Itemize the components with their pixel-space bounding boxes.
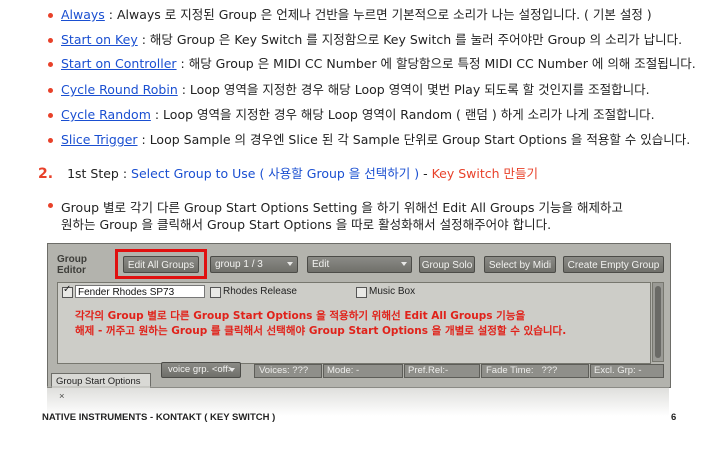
bullet-icon — [48, 62, 53, 67]
edit-select-value: Edit — [312, 259, 330, 270]
title-line-2: Editor — [57, 265, 86, 276]
slice-trigger-link[interactable]: Slice Trigger — [61, 132, 138, 147]
fade-time-readout: Fade Time: ??? — [486, 364, 557, 378]
create-empty-group-button[interactable]: Create Empty Group — [563, 256, 664, 273]
paragraph-line-2: 원하는 Group 을 클릭해서 Group Start Options 을 따… — [61, 217, 552, 232]
cycle-random-desc: : Loop 영역을 지정한 경우 해당 Loop 영역이 Random ( 랜… — [150, 107, 655, 122]
highlight-box — [115, 249, 207, 279]
group-name-label[interactable]: Music Box — [369, 286, 415, 297]
voices-label: Voices: — [259, 365, 290, 376]
bullet-icon — [48, 138, 53, 143]
always-link[interactable]: Always — [61, 7, 105, 22]
step-number: 2. — [38, 166, 54, 182]
excl-grp-label: Excl. Grp: - — [594, 365, 642, 376]
group-editor-panel: Group Editor Edit All Groups group 1 / 3… — [47, 243, 671, 402]
bullet-icon — [48, 203, 53, 208]
cycle-round-robin-desc: : Loop 영역을 지정한 경우 해당 Loop 영역이 몇번 Play 되도… — [177, 82, 650, 97]
group-list-scrollbar[interactable] — [652, 282, 664, 362]
group-checkbox[interactable]: ✓ — [62, 284, 73, 298]
bullet-icon — [48, 13, 53, 18]
chevron-down-icon — [287, 262, 293, 266]
footer-title: NATIVE INSTRUMENTS - KONTAKT ( KEY SWITC… — [42, 412, 276, 423]
fade-time-value: ??? — [541, 365, 558, 376]
step-heading: 2. 1st Step : Select Group to Use ( 사용할 G… — [38, 163, 538, 182]
slice-trigger-desc: : Loop Sample 의 경우엔 Slice 된 각 Sample 단위로… — [137, 132, 691, 147]
step-dash: - — [419, 166, 432, 181]
group-checkbox[interactable] — [210, 287, 221, 298]
voices-value: ??? — [292, 365, 309, 376]
key-switch-title: Key Switch 만들기 — [431, 166, 539, 181]
group-select-dropdown[interactable]: group 1 / 3 — [210, 256, 298, 273]
page-number: 6 — [671, 412, 677, 423]
note-line-2: 해제 - 꺼주고 원하는 Group 를 클릭해서 선택해야 Group Sta… — [75, 325, 567, 337]
voices-readout: Voices: ??? — [259, 364, 308, 378]
voice-group-value: voice grp. <off> — [168, 364, 234, 375]
bullet-icon — [48, 88, 53, 93]
group-checkbox[interactable] — [356, 287, 367, 298]
note-line-1: 각각의 Group 별로 다른 Group Start Options 을 적용… — [75, 310, 526, 322]
cycle-random-link[interactable]: Cycle Random — [61, 107, 151, 122]
start-on-controller-desc: : 해당 Group 은 MIDI CC Number 에 할당함으로 특정 M… — [176, 56, 696, 71]
bullet-icon — [48, 38, 53, 43]
fade-time-label: Fade Time: — [486, 365, 534, 376]
title-line-1: Group — [57, 254, 87, 265]
annotation-note: 각각의 Group 별로 다른 Group Start Options 을 적용… — [75, 309, 566, 339]
mode-label: Mode: - — [327, 365, 360, 376]
group-select-value: group 1 / 3 — [215, 259, 263, 270]
pref-rel-label: Pref.Rel:- — [408, 365, 449, 376]
select-by-midi-button[interactable]: Select by Midi — [484, 256, 556, 273]
group-editor-title: Group Editor — [57, 254, 87, 276]
scrollbar-thumb[interactable] — [655, 286, 661, 358]
group-name-field[interactable]: Fender Rhodes SP73 — [75, 285, 205, 298]
group-name-label[interactable]: Rhodes Release — [223, 286, 297, 297]
start-on-key-link[interactable]: Start on Key — [61, 32, 138, 47]
step-prefix: 1st Step : — [67, 166, 132, 181]
always-desc: : Always 로 지정된 Group 은 언제나 건반을 누르면 기본적으로… — [104, 7, 652, 22]
select-group-link[interactable]: Select Group to Use ( 사용할 Group 을 선택하기 ) — [131, 166, 419, 181]
chevron-down-icon — [401, 262, 407, 266]
start-on-key-desc: : 해당 Group 은 Key Switch 를 지정함으로 Key Swit… — [137, 32, 683, 47]
edit-dropdown[interactable]: Edit — [307, 256, 412, 273]
group-solo-button[interactable]: Group Solo — [419, 256, 475, 273]
start-on-controller-link[interactable]: Start on Controller — [61, 56, 177, 71]
voice-group-dropdown[interactable]: voice grp. <off> — [161, 362, 241, 378]
cycle-round-robin-link[interactable]: Cycle Round Robin — [61, 82, 178, 97]
checkmark-icon: ✓ — [63, 284, 72, 295]
bullet-icon — [48, 113, 53, 118]
chevron-down-icon — [229, 368, 235, 372]
